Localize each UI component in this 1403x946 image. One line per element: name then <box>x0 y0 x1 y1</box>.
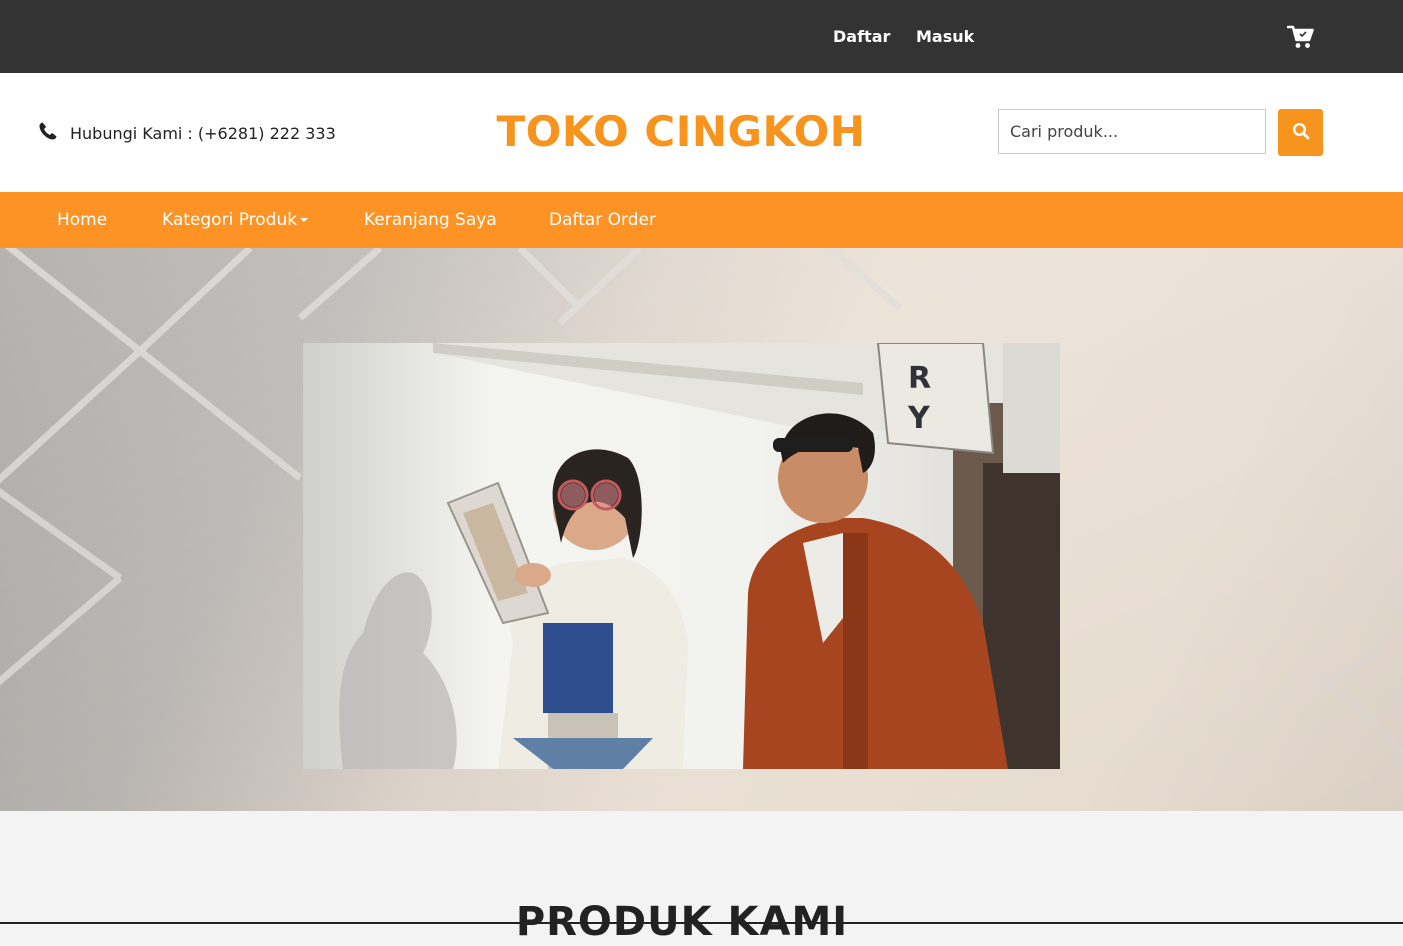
hero-photo-illustration: R Y <box>303 343 1060 769</box>
divider <box>0 922 1403 924</box>
search-input[interactable] <box>998 109 1266 154</box>
nav-item-label: Kategori Produk <box>162 210 298 230</box>
svg-text:R: R <box>908 361 931 396</box>
nav-item-product-categories[interactable]: Kategori Produk <box>162 209 309 231</box>
site-header: Hubungi Kami : (+6281) 222 333 TOKO CING… <box>0 73 1403 192</box>
cart-icon[interactable] <box>1286 24 1315 50</box>
search-button[interactable] <box>1278 109 1323 156</box>
nav-item-my-cart[interactable]: Keranjang Saya <box>364 209 497 231</box>
hero-image: R Y <box>303 343 1060 769</box>
hero-banner: R Y <box>0 248 1403 811</box>
nav-item-order-list[interactable]: Daftar Order <box>549 209 656 231</box>
register-link[interactable]: Daftar <box>833 27 890 47</box>
top-bar: Daftar Masuk <box>0 0 1403 73</box>
nav-item-home[interactable]: Home <box>57 209 107 231</box>
main-nav: Home Kategori Produk Keranjang Saya Daft… <box>0 192 1403 248</box>
caret-down-icon <box>300 218 309 222</box>
products-section: PRODUK KAMI <box>0 811 1403 945</box>
svg-text:Y: Y <box>907 401 931 436</box>
search-icon <box>1292 122 1310 143</box>
login-link[interactable]: Masuk <box>916 27 974 47</box>
